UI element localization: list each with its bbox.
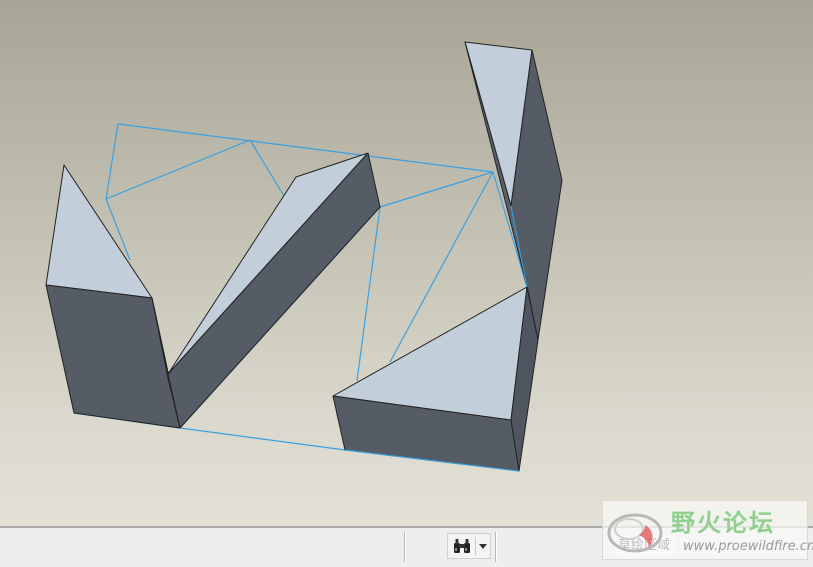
face-front bbox=[45, 284, 181, 429]
face-front bbox=[167, 152, 381, 429]
find-button[interactable] bbox=[447, 533, 491, 559]
sketch-line bbox=[117, 123, 494, 173]
sketch-line bbox=[379, 171, 494, 208]
sketch-line bbox=[105, 123, 119, 200]
sketch-line bbox=[356, 206, 381, 382]
sketch-line bbox=[249, 139, 285, 197]
graphics-viewport[interactable] bbox=[0, 0, 813, 526]
selection-filter-select[interactable]: 草绘区域 bbox=[614, 536, 675, 556]
chevron-down-icon[interactable] bbox=[479, 544, 487, 549]
status-bar: 草绘区域 bbox=[0, 526, 813, 567]
sketch-line bbox=[105, 139, 251, 200]
solid-diagonal-bar[interactable] bbox=[167, 152, 381, 429]
sketch-line bbox=[179, 427, 346, 451]
status-separator bbox=[495, 532, 497, 562]
application-window: 草绘区域 野火论坛 www.proewildfire.cn bbox=[0, 0, 813, 567]
model-canvas[interactable] bbox=[0, 0, 813, 526]
button-divider bbox=[475, 537, 476, 555]
face-top bbox=[45, 164, 153, 299]
solid-bottom-prism[interactable] bbox=[332, 286, 539, 472]
binoculars-icon bbox=[454, 539, 470, 553]
solid-left-wedge[interactable] bbox=[45, 164, 181, 429]
status-separator bbox=[404, 532, 406, 562]
